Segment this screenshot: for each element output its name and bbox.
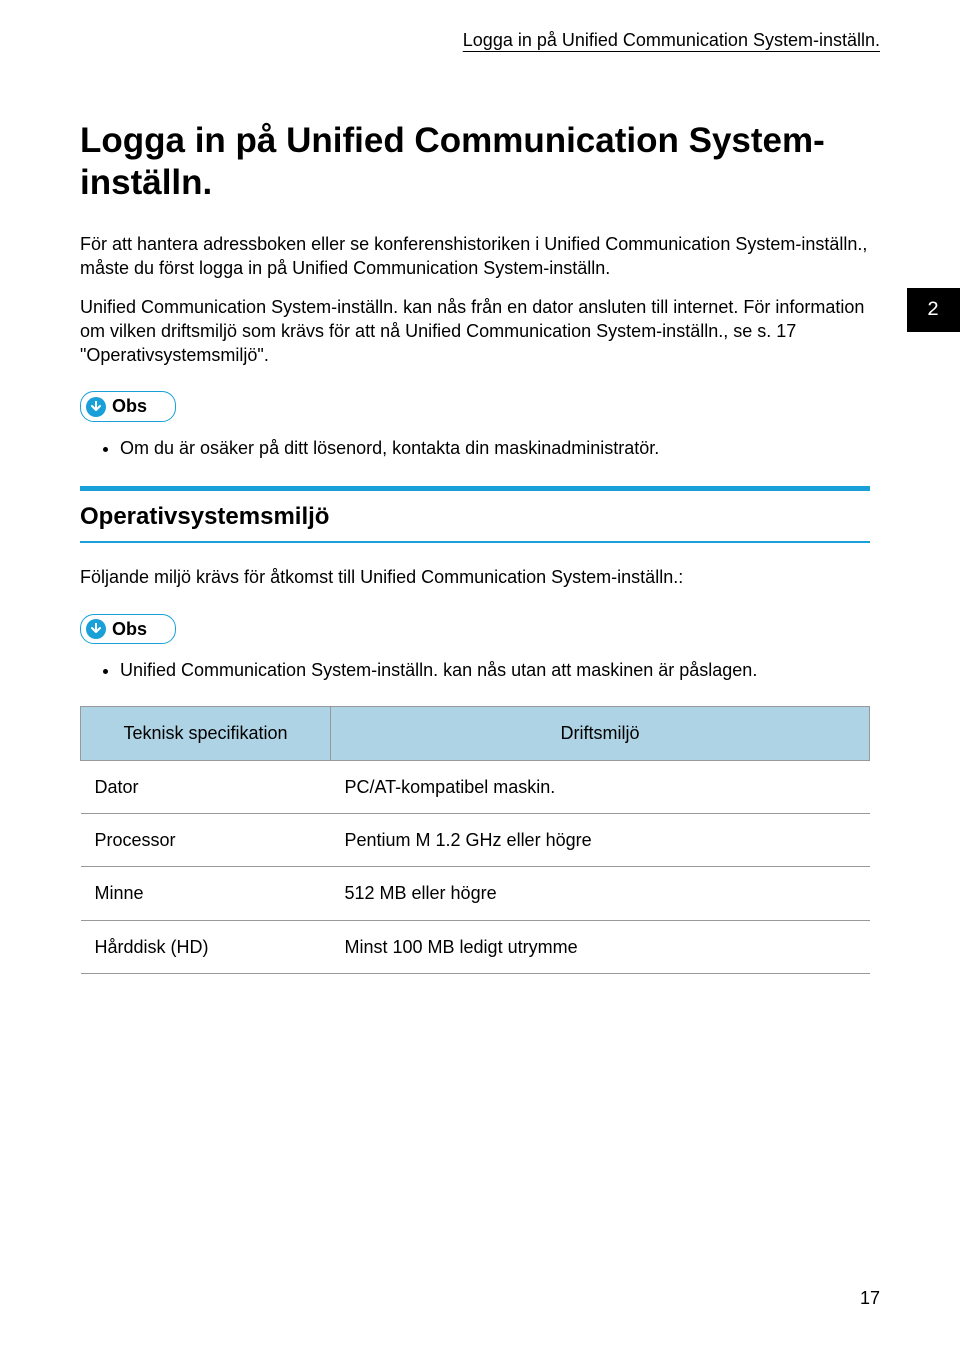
intro-paragraph-1: För att hantera adressboken eller se kon… xyxy=(80,232,870,281)
note-label: Obs xyxy=(112,394,147,418)
table-cell: 512 MB eller högre xyxy=(331,867,870,920)
table-row: Processor Pentium M 1.2 GHz eller högre xyxy=(81,813,870,866)
table-cell: Dator xyxy=(81,760,331,813)
list-item: Unified Communication System-inställn. k… xyxy=(120,658,870,682)
table-cell: Pentium M 1.2 GHz eller högre xyxy=(331,813,870,866)
note-tag: Obs xyxy=(80,391,176,421)
section-title: Operativsystemsmiljö xyxy=(80,491,870,543)
section-divider: Operativsystemsmiljö xyxy=(80,486,870,543)
arrow-down-circle-icon xyxy=(86,619,106,639)
note-tag: Obs xyxy=(80,614,176,644)
page-number: 17 xyxy=(860,1286,880,1310)
table-cell: Hårddisk (HD) xyxy=(81,920,331,973)
running-header: Logga in på Unified Communication System… xyxy=(463,28,880,52)
note-list-1: Om du är osäker på ditt lösenord, kontak… xyxy=(80,436,870,460)
table-header-env: Driftsmiljö xyxy=(331,707,870,760)
table-cell: Minst 100 MB ledigt utrymme xyxy=(331,920,870,973)
table-row: Hårddisk (HD) Minst 100 MB ledigt utrymm… xyxy=(81,920,870,973)
note-label: Obs xyxy=(112,617,147,641)
spec-table: Teknisk specifikation Driftsmiljö Dator … xyxy=(80,706,870,973)
table-row: Dator PC/AT-kompatibel maskin. xyxy=(81,760,870,813)
page-content: Logga in på Unified Communication System… xyxy=(80,120,870,974)
table-cell: Processor xyxy=(81,813,331,866)
page-title: Logga in på Unified Communication System… xyxy=(80,120,870,204)
note-list-2: Unified Communication System-inställn. k… xyxy=(80,658,870,682)
table-cell: PC/AT-kompatibel maskin. xyxy=(331,760,870,813)
arrow-down-circle-icon xyxy=(86,397,106,417)
intro-paragraph-2: Unified Communication System-inställn. k… xyxy=(80,295,870,368)
list-item: Om du är osäker på ditt lösenord, kontak… xyxy=(120,436,870,460)
table-header-spec: Teknisk specifikation xyxy=(81,707,331,760)
section-intro: Följande miljö krävs för åtkomst till Un… xyxy=(80,565,870,589)
chapter-tab: 2 xyxy=(907,288,960,332)
table-row: Minne 512 MB eller högre xyxy=(81,867,870,920)
table-cell: Minne xyxy=(81,867,331,920)
